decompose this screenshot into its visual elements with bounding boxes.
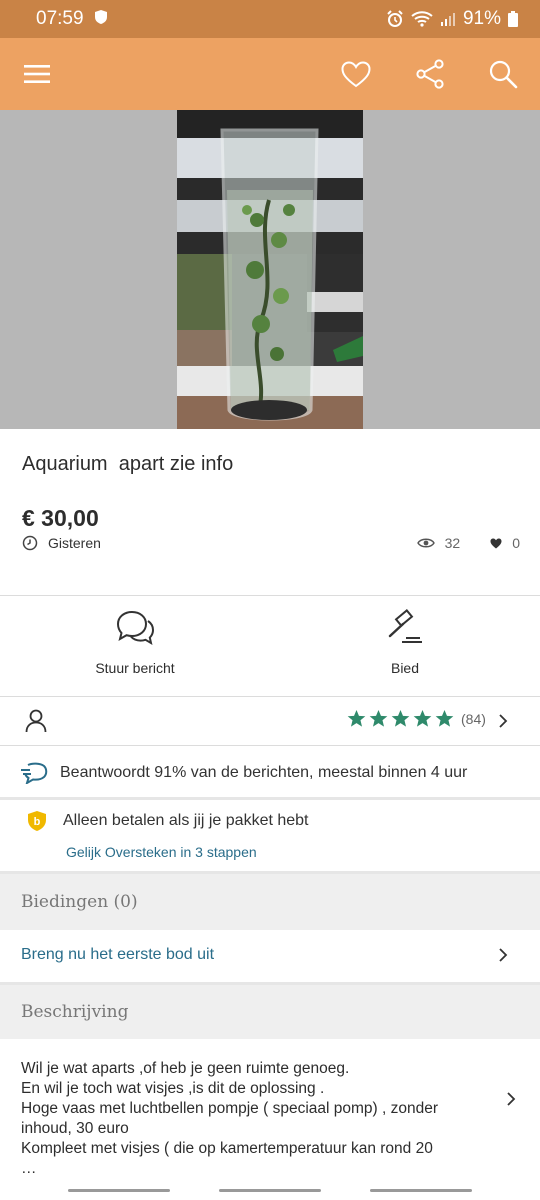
send-message-button[interactable]: Stuur bericht xyxy=(0,608,270,696)
clock-icon xyxy=(22,535,38,551)
bid-button[interactable]: Bied xyxy=(270,608,540,696)
battery-icon xyxy=(508,11,518,27)
listing-price: € 30,00 xyxy=(22,505,99,531)
gavel-icon xyxy=(388,609,422,643)
svg-text:b: b xyxy=(34,816,41,828)
app-toolbar xyxy=(0,38,540,110)
response-rate-text: Beantwoordt 91% van de berichten, meesta… xyxy=(60,764,468,781)
eye-icon xyxy=(416,538,435,548)
chevron-right-icon xyxy=(499,714,508,728)
divider xyxy=(0,595,540,596)
alarm-icon xyxy=(387,10,403,27)
divider xyxy=(0,745,540,746)
views-count: 32 xyxy=(444,535,461,551)
listing-image-gallery[interactable] xyxy=(0,110,540,429)
star-icon xyxy=(347,709,366,727)
security-status-icon xyxy=(94,9,108,29)
heart-small-icon xyxy=(490,538,502,548)
status-time: 07:59 xyxy=(36,8,84,29)
menu-icon xyxy=(24,65,50,83)
signal-icon xyxy=(440,13,455,26)
star-icon xyxy=(391,709,410,727)
description-line: En wil je toch wat visjes ,is dit de opl… xyxy=(21,1080,325,1097)
bids-section-header: Biedingen (0) xyxy=(0,874,540,930)
wifi-icon xyxy=(411,11,433,27)
status-bar: 07:59 91% xyxy=(0,0,540,38)
description-line: … xyxy=(21,1160,37,1177)
chevron-right-icon[interactable] xyxy=(506,1092,516,1106)
star-icon xyxy=(369,709,388,727)
first-bid-label: Breng nu het eerste bod uit xyxy=(21,946,215,963)
views-stat: 32 xyxy=(416,535,461,551)
seller-row[interactable]: (84) xyxy=(0,697,540,745)
chat-icon xyxy=(116,610,155,646)
favorites-count: 0 xyxy=(512,535,520,551)
payment-link-row[interactable]: Gelijk Oversteken in 3 stappen xyxy=(0,842,540,862)
description-line: Kompleet met visjes ( die op kamertemper… xyxy=(21,1140,433,1157)
bid-label: Bied xyxy=(390,660,420,676)
review-count: (84) xyxy=(461,711,486,727)
first-bid-link[interactable]: Breng nu het eerste bod uit xyxy=(0,928,540,982)
search-button[interactable] xyxy=(483,54,523,94)
payment-row: b Alleen betalen als jij je pakket hebt xyxy=(0,808,540,834)
chevron-right-icon xyxy=(499,948,508,962)
nav-back-button[interactable] xyxy=(370,1189,472,1192)
divider xyxy=(0,797,540,800)
response-icon xyxy=(21,762,48,784)
search-icon xyxy=(489,60,518,89)
battery-percent: 91% xyxy=(462,8,501,29)
listing-date-text: Gisteren xyxy=(48,535,101,551)
favorite-button[interactable] xyxy=(336,54,376,94)
description-line: Hoge vaas met luchtbellen pompje ( speci… xyxy=(21,1100,439,1117)
payment-text: Alleen betalen als jij je pakket hebt xyxy=(63,812,309,829)
share-icon xyxy=(416,59,444,89)
status-icons: 91% xyxy=(386,8,518,30)
nav-recent-button[interactable] xyxy=(68,1189,170,1192)
shield-icon: b xyxy=(28,811,46,831)
nav-home-button[interactable] xyxy=(219,1189,321,1192)
description-text[interactable]: Wil je wat aparts ,of heb je geen ruimte… xyxy=(21,1059,481,1179)
menu-button[interactable] xyxy=(17,54,57,94)
favorites-stat: 0 xyxy=(490,535,520,551)
heart-icon xyxy=(341,60,371,87)
send-message-label: Stuur bericht xyxy=(95,660,175,676)
listing-date: Gisteren xyxy=(22,535,101,551)
user-icon xyxy=(25,709,47,733)
seller-rating-stars xyxy=(347,709,454,728)
listing-photo[interactable] xyxy=(177,110,363,429)
payment-link[interactable]: Gelijk Oversteken in 3 stappen xyxy=(66,844,257,860)
system-navigation-bar xyxy=(0,1180,540,1200)
star-icon xyxy=(413,709,432,727)
description-line: inhoud, 30 euro xyxy=(21,1120,129,1137)
listing-stats: 32 0 xyxy=(416,535,520,551)
description-section-header: Beschrijving xyxy=(0,985,540,1039)
star-icon xyxy=(435,709,454,727)
response-rate-row: Beantwoordt 91% van de berichten, meesta… xyxy=(0,755,540,791)
description-line: Wil je wat aparts ,of heb je geen ruimte… xyxy=(21,1060,350,1077)
listing-title: Aquarium apart zie info xyxy=(22,453,234,475)
share-button[interactable] xyxy=(410,54,450,94)
